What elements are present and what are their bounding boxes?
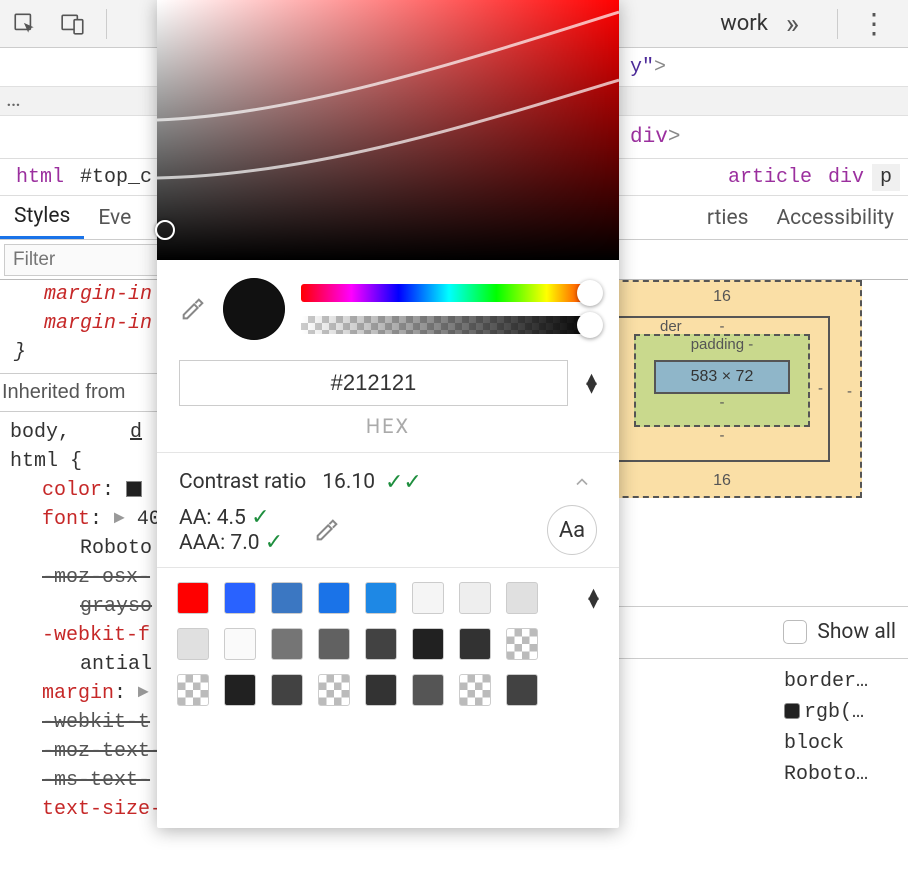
color-preview (223, 278, 285, 340)
palette-swatch[interactable] (506, 674, 538, 706)
prop-color[interactable]: color (42, 479, 102, 502)
tab-accessibility[interactable]: Accessibility (762, 196, 908, 239)
source-link[interactable]: d (70, 421, 142, 444)
palette-swatch[interactable] (224, 628, 256, 660)
check-icon: ✓ (251, 505, 269, 530)
show-all-row: Show all (783, 620, 896, 644)
sv-handle[interactable] (155, 220, 175, 240)
aaa-label: AAA: 7.0 (179, 531, 260, 555)
prop-antialiased: antial (80, 653, 152, 676)
palette-swatch[interactable] (412, 628, 444, 660)
contrast-label: Contrast ratio (179, 470, 306, 494)
contrast-curve (157, 0, 619, 260)
background-eyedropper-icon[interactable] (313, 516, 341, 544)
eyedropper-icon[interactable] (179, 295, 207, 323)
check-icon: ✓✓ (385, 470, 422, 495)
tab-events[interactable]: Eve (84, 196, 145, 239)
palette-swatch[interactable] (459, 628, 491, 660)
palette-swatch[interactable] (506, 628, 538, 660)
palette-swatch[interactable] (271, 674, 303, 706)
prop-webkit-font[interactable]: -webkit-f (42, 624, 150, 647)
breadcrumb-article[interactable]: article (720, 164, 820, 191)
tab-properties[interactable]: rties (693, 196, 763, 239)
palette-swatch[interactable] (459, 674, 491, 706)
selector-body[interactable]: body, (10, 421, 70, 444)
show-all-checkbox[interactable] (783, 620, 807, 644)
prop-margin[interactable]: margin (42, 682, 114, 705)
hex-input[interactable] (179, 360, 568, 406)
palette-swatch[interactable] (365, 582, 397, 614)
palette-swatch[interactable] (224, 674, 256, 706)
computed-val: Roboto… (784, 759, 904, 790)
contrast-value: 16.10 (322, 470, 375, 494)
prop-font-family: Roboto (80, 537, 152, 560)
filter-input[interactable] (4, 244, 164, 276)
palette-swatch[interactable] (271, 628, 303, 660)
palette-swatch[interactable] (365, 674, 397, 706)
margin-bottom-value[interactable]: 16 (584, 472, 860, 490)
palette-swatch[interactable] (318, 628, 350, 660)
format-spinner[interactable]: ▴▾ (586, 374, 597, 392)
palette-swatch[interactable] (459, 582, 491, 614)
palette-swatch[interactable] (177, 628, 209, 660)
check-icon: ✓ (265, 530, 283, 555)
expand-icon[interactable]: ▶ (114, 511, 125, 527)
palette-row (177, 674, 599, 706)
computed-val: block (784, 728, 904, 759)
show-all-label: Show all (817, 620, 896, 644)
margin-top-value[interactable]: 16 (584, 288, 860, 306)
palette-swatch[interactable] (271, 582, 303, 614)
border-label: der (660, 318, 682, 335)
palette-swatch[interactable] (318, 674, 350, 706)
palette: ▴▾ (157, 568, 619, 720)
tabs-overflow-icon[interactable]: » (786, 7, 799, 40)
palette-swatch[interactable] (412, 582, 444, 614)
selector-html[interactable]: html { (10, 450, 82, 473)
alpha-slider[interactable] (301, 316, 597, 334)
text-preview-badge[interactable]: Aa (547, 505, 597, 555)
palette-swatch[interactable] (318, 582, 350, 614)
breadcrumb-div[interactable]: div (820, 164, 872, 191)
more-menu-icon[interactable]: ⋮ (860, 7, 888, 40)
palette-spinner[interactable]: ▴▾ (588, 589, 599, 607)
tab-styles[interactable]: Styles (0, 196, 84, 239)
prop-font[interactable]: font (42, 508, 90, 531)
palette-swatch[interactable] (412, 674, 444, 706)
breadcrumb-p[interactable]: p (872, 164, 900, 191)
saturation-value-area[interactable] (157, 0, 619, 260)
content-size[interactable]: 583 × 72 (654, 360, 790, 394)
computed-val: rgb(… (784, 697, 904, 728)
format-label: HEX (157, 414, 619, 438)
breadcrumb-id[interactable]: #top_c (72, 164, 160, 191)
breadcrumb-html[interactable]: html (8, 164, 72, 191)
palette-swatch[interactable] (177, 674, 209, 706)
palette-row: ▴▾ (177, 582, 599, 614)
chevron-up-icon[interactable] (567, 467, 597, 497)
palette-row (177, 628, 599, 660)
color-swatch-icon[interactable] (784, 703, 800, 719)
palette-swatch[interactable] (177, 582, 209, 614)
padding-label: padding - (636, 336, 808, 353)
hue-handle[interactable] (577, 280, 603, 306)
palette-swatch[interactable] (365, 628, 397, 660)
device-toggle-icon[interactable] (58, 9, 88, 39)
palette-swatch[interactable] (224, 582, 256, 614)
aa-label: AA: 4.5 (179, 506, 246, 530)
box-model-diagram: 16 der - padding - 583 × 72 - - - 16 - (582, 280, 862, 498)
color-swatch-icon[interactable] (126, 481, 142, 497)
hue-slider[interactable] (301, 284, 597, 302)
color-picker-popover: ▴▾ HEX Contrast ratio 16.10 ✓✓ AA: 4.5 ✓… (157, 0, 619, 828)
expand-icon-2[interactable]: ▶ (138, 685, 149, 701)
alpha-handle[interactable] (577, 312, 603, 338)
tab-network-partial[interactable]: work (720, 11, 768, 36)
palette-swatch[interactable] (506, 582, 538, 614)
computed-val: border… (784, 666, 904, 697)
inspect-icon[interactable] (10, 9, 40, 39)
